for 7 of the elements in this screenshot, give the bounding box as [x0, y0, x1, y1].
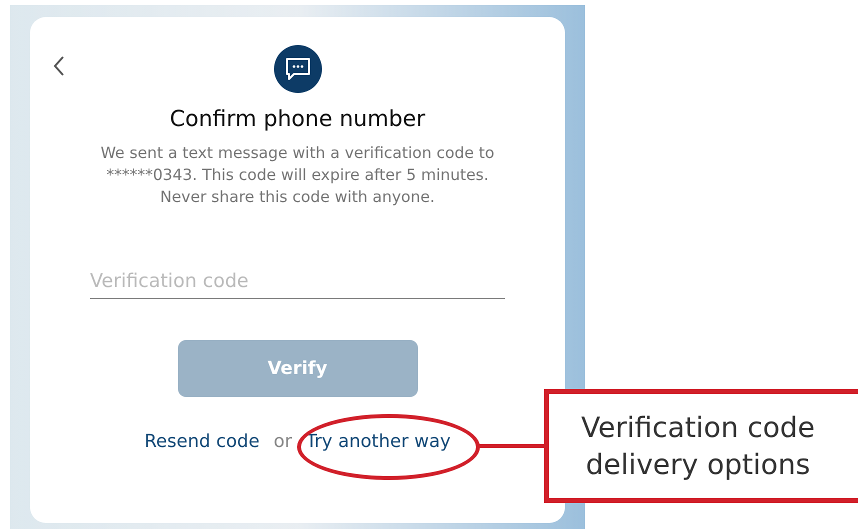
dialog-message: We sent a text message with a verification code to ******0343. This code will expire after 5 minutes. Never share this code with anyone. — [100, 143, 496, 208]
resend-code-link[interactable]: Resend code — [144, 431, 260, 452]
verification-code-field[interactable]: Verification code — [90, 270, 505, 299]
or-separator: or — [274, 431, 292, 452]
dialog-title: Confirm phone number — [170, 107, 426, 132]
try-another-way-link[interactable]: Try another way — [306, 431, 451, 452]
callout-text: Verification code delivery options — [580, 410, 816, 483]
